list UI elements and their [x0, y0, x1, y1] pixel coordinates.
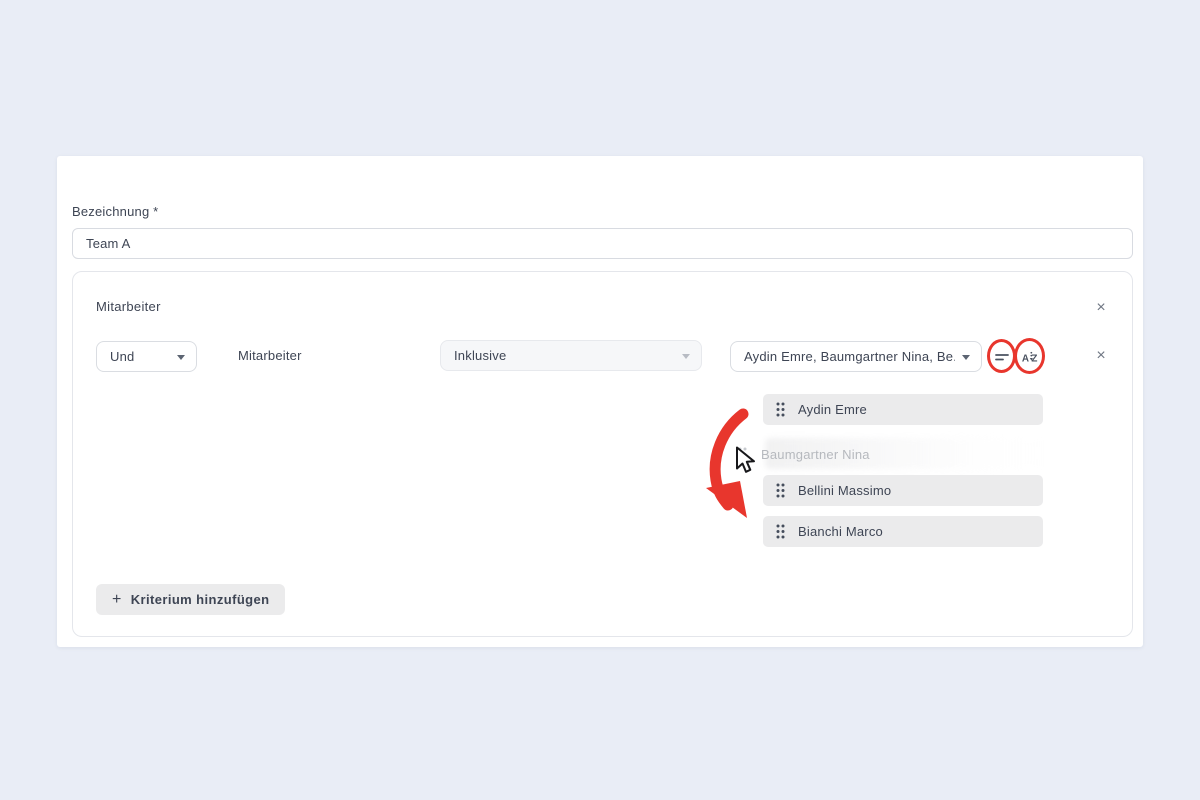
member-name: Baumgartner Nina: [761, 447, 870, 462]
sort-alphabetical-icon[interactable]: A Z: [1021, 348, 1039, 366]
svg-text:A: A: [1022, 353, 1029, 364]
member-item[interactable]: Bellini Massimo: [763, 475, 1043, 506]
drag-handle-icon[interactable]: [776, 483, 785, 498]
drag-handle-icon[interactable]: [738, 447, 747, 462]
page: Bezeichnung * Mitarbeiter × Und Mitarbei…: [0, 0, 1200, 800]
drag-handle-icon[interactable]: [776, 524, 785, 539]
mode-select-value: Inklusive: [454, 348, 506, 363]
custom-sort-icon[interactable]: [993, 348, 1011, 366]
plus-icon: +: [112, 592, 122, 608]
member-name: Aydin Emre: [798, 402, 867, 417]
criterion-field-label: Mitarbeiter: [238, 348, 302, 363]
name-field-label: Bezeichnung *: [72, 204, 158, 219]
chevron-down-icon: [177, 355, 185, 360]
chevron-down-icon: [962, 355, 970, 360]
drag-handle-icon[interactable]: [776, 402, 785, 417]
member-item[interactable]: Bianchi Marco: [763, 516, 1043, 547]
member-item-dragging[interactable]: Baumgartner Nina: [738, 441, 1018, 467]
criterion-close-icon[interactable]: ×: [1092, 347, 1110, 365]
chevron-down-icon: [682, 354, 690, 359]
member-item[interactable]: Aydin Emre: [763, 394, 1043, 425]
svg-text:Z: Z: [1031, 353, 1037, 364]
criteria-panel: Mitarbeiter × Und Mitarbeiter Inklusive …: [72, 271, 1133, 637]
panel-close-icon[interactable]: ×: [1092, 299, 1110, 317]
name-input[interactable]: [72, 228, 1133, 259]
operator-select-value: Und: [110, 349, 134, 364]
add-criterion-label: Kriterium hinzufügen: [131, 592, 270, 607]
members-multiselect-value: Aydin Emre, Baumgartner Nina, Be...: [744, 349, 955, 364]
form-card: Bezeichnung * Mitarbeiter × Und Mitarbei…: [57, 156, 1143, 647]
operator-select[interactable]: Und: [96, 341, 197, 372]
members-multiselect[interactable]: Aydin Emre, Baumgartner Nina, Be...: [730, 341, 982, 372]
panel-title: Mitarbeiter: [96, 299, 161, 314]
member-name: Bianchi Marco: [798, 524, 883, 539]
mode-select-disabled: Inklusive: [440, 340, 702, 371]
member-name: Bellini Massimo: [798, 483, 891, 498]
add-criterion-button[interactable]: + Kriterium hinzufügen: [96, 584, 285, 615]
